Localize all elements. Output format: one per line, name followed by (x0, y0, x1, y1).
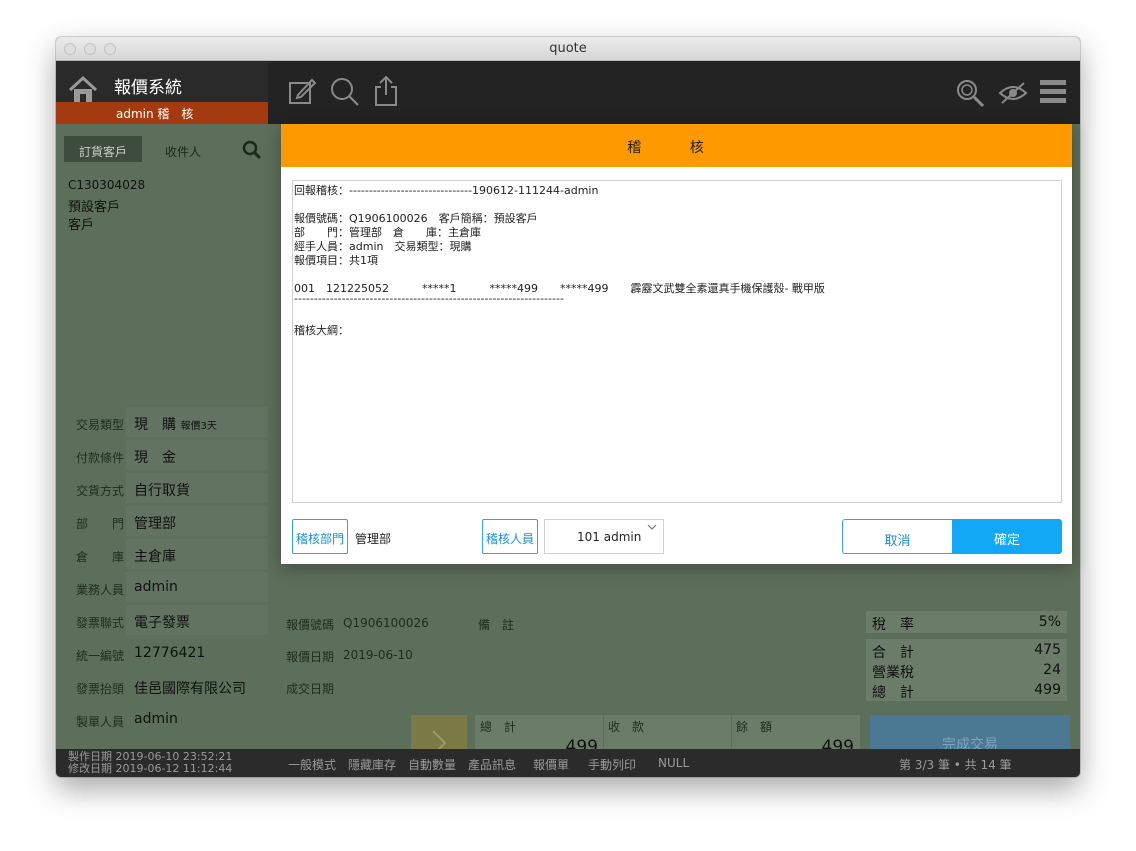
field-warehouse[interactable]: 倉 庫主倉庫 (56, 539, 268, 571)
subtotal: 475 (1034, 642, 1061, 658)
field-value[interactable]: admin (126, 704, 268, 734)
menu-null[interactable]: NULL (658, 756, 689, 770)
customer-search-icon[interactable] (242, 140, 262, 160)
customer-name: 預設客戶 (68, 200, 121, 215)
totals-box: 合 計 475 營業稅 24 總 計 499 (866, 639, 1067, 701)
field-value[interactable]: 自行取貨 (126, 473, 268, 503)
field-invoice-title[interactable]: 發票抬頭 佳邑國際有限公司 (56, 671, 268, 703)
zoom-search-icon[interactable] (956, 79, 984, 107)
tab-recipient[interactable]: 收件人 (148, 136, 218, 162)
tax-value: 5% (1038, 614, 1061, 630)
quote-no-label: 報價號碼 (286, 618, 335, 632)
quote-date: 2019-06-10 (343, 648, 413, 662)
audit-staff-select[interactable]: 101 admin (544, 519, 664, 554)
dialog-title: 稽 核 (281, 124, 1072, 167)
field-tax-id[interactable]: 統一編號 12776421 (56, 638, 268, 670)
field-label: 統一編號 (75, 649, 124, 663)
field-department[interactable]: 部 門管理部 (56, 506, 268, 538)
audit-staff-value: 101 admin (577, 530, 642, 544)
menu-manual-print[interactable]: 手動列印 (588, 756, 636, 773)
field-payment[interactable]: 付款條件現 金 (56, 440, 268, 472)
field-label: 部 門 (75, 517, 124, 531)
record-counter: 第 3/3 筆 • 共 14 筆 (899, 758, 1012, 772)
field-salesperson[interactable]: 業務人員 admin (56, 572, 268, 604)
edit-icon[interactable] (288, 77, 316, 105)
field-value[interactable]: 電子發票 (126, 605, 268, 635)
menu-auto-quantity[interactable]: 自動數量 (408, 756, 456, 773)
audit-department-button[interactable]: 稽核部門 (292, 519, 348, 554)
quote-no: Q1906100026 (343, 616, 429, 630)
total: 499 (1034, 682, 1061, 698)
field-label: 發票聯式 (75, 616, 124, 630)
field-value[interactable]: 佳邑國際有限公司 (126, 671, 268, 701)
title-bar: quote (56, 37, 1080, 61)
audit-department-value: 管理部 (355, 532, 392, 546)
menu-normal-mode[interactable]: 一般模式 (288, 756, 336, 773)
field-value[interactable]: 12776421 (126, 638, 268, 668)
trade-type-value: 現 購 (134, 417, 176, 433)
field-value[interactable]: admin (126, 572, 268, 602)
menu-hide-stock[interactable]: 隱藏庫存 (348, 756, 396, 773)
share-icon[interactable] (374, 75, 398, 107)
field-creator[interactable]: 製單人員 admin (56, 704, 268, 736)
field-value[interactable]: 現 購 報價3天 (126, 407, 268, 437)
field-label: 製單人員 (75, 715, 124, 729)
menu-icon[interactable] (1040, 80, 1066, 104)
deal-date-label: 成交日期 (286, 682, 335, 696)
trade-type-note: 報價3天 (180, 421, 217, 432)
field-label: 業務人員 (75, 583, 124, 597)
field-trade-type[interactable]: 交易類型現 購 報價3天 (56, 407, 268, 439)
field-label: 倉 庫 (75, 550, 124, 564)
report-line: ----------------------------------------… (294, 292, 564, 305)
field-label: 交易類型 (75, 418, 124, 432)
window-title: quote (549, 41, 587, 56)
report-line: 回報稽核：-------------------------------1906… (294, 184, 599, 197)
menu-product-info[interactable]: 產品訊息 (468, 756, 516, 773)
field-invoice-type[interactable]: 發票聯式 電子發票 (56, 605, 268, 637)
balance-label: 餘 額 (736, 720, 773, 734)
status-bar: 製作日期 2019-06-10 23:52:21 修改日期 2019-06-12… (56, 749, 1080, 777)
chevron-down-icon (647, 524, 657, 530)
field-value[interactable]: 現 金 (126, 440, 268, 470)
modified-date: 修改日期 2019-06-12 11:12:44 (68, 762, 233, 775)
field-label: 交貨方式 (75, 484, 124, 498)
report-line: 報價項目：共1項 (294, 254, 378, 267)
search-icon[interactable] (330, 77, 360, 107)
hide-eye-icon[interactable] (998, 81, 1028, 105)
vat-label: 營業稅 (872, 665, 914, 681)
tab-order-customer[interactable]: 訂貨客戶 (64, 136, 142, 162)
received-label[interactable]: 收 款 (608, 718, 644, 735)
field-delivery[interactable]: 交貨方式 自行取貨 (56, 473, 268, 505)
tax-rate-box: 稅 率 5% (866, 611, 1067, 633)
sidebar: 訂貨客戶 收件人 C130304028 預設客戶 客戶 交易類型現 購 報價3天… (56, 124, 268, 749)
tax-label: 稅 率 (872, 617, 914, 633)
field-value[interactable]: 主倉庫 (126, 539, 268, 569)
vat: 24 (1043, 662, 1061, 678)
subtotal-label: 合 計 (872, 645, 914, 661)
audit-staff-button[interactable]: 稽核人員 (482, 519, 538, 554)
audit-report-text[interactable]: 回報稽核：-------------------------------1906… (292, 180, 1062, 503)
audit-dialog: 稽 核 回報稽核：-------------------------------… (281, 124, 1072, 564)
quote-date-label: 報價日期 (286, 650, 335, 664)
cancel-button[interactable]: 取消 (842, 519, 952, 554)
confirm-button[interactable]: 確定 (952, 519, 1062, 554)
remark-label[interactable]: 備 註 (478, 616, 514, 633)
bottom-total-label: 總 計 (480, 720, 517, 734)
app-title: 報價系統 (114, 78, 182, 98)
field-label: 發票抬頭 (75, 682, 124, 696)
field-label: 付款條件 (75, 451, 124, 465)
home-icon[interactable] (68, 75, 98, 105)
customer-code: C130304028 (68, 178, 146, 192)
menu-quote-sheet[interactable]: 報價單 (533, 756, 569, 773)
customer-type: 客戶 (68, 218, 95, 233)
total-label: 總 計 (872, 685, 914, 701)
report-line: 稽核大綱： (294, 324, 349, 337)
field-value[interactable]: 管理部 (126, 506, 268, 536)
user-role-bar: admin 稽 核 (56, 102, 268, 124)
